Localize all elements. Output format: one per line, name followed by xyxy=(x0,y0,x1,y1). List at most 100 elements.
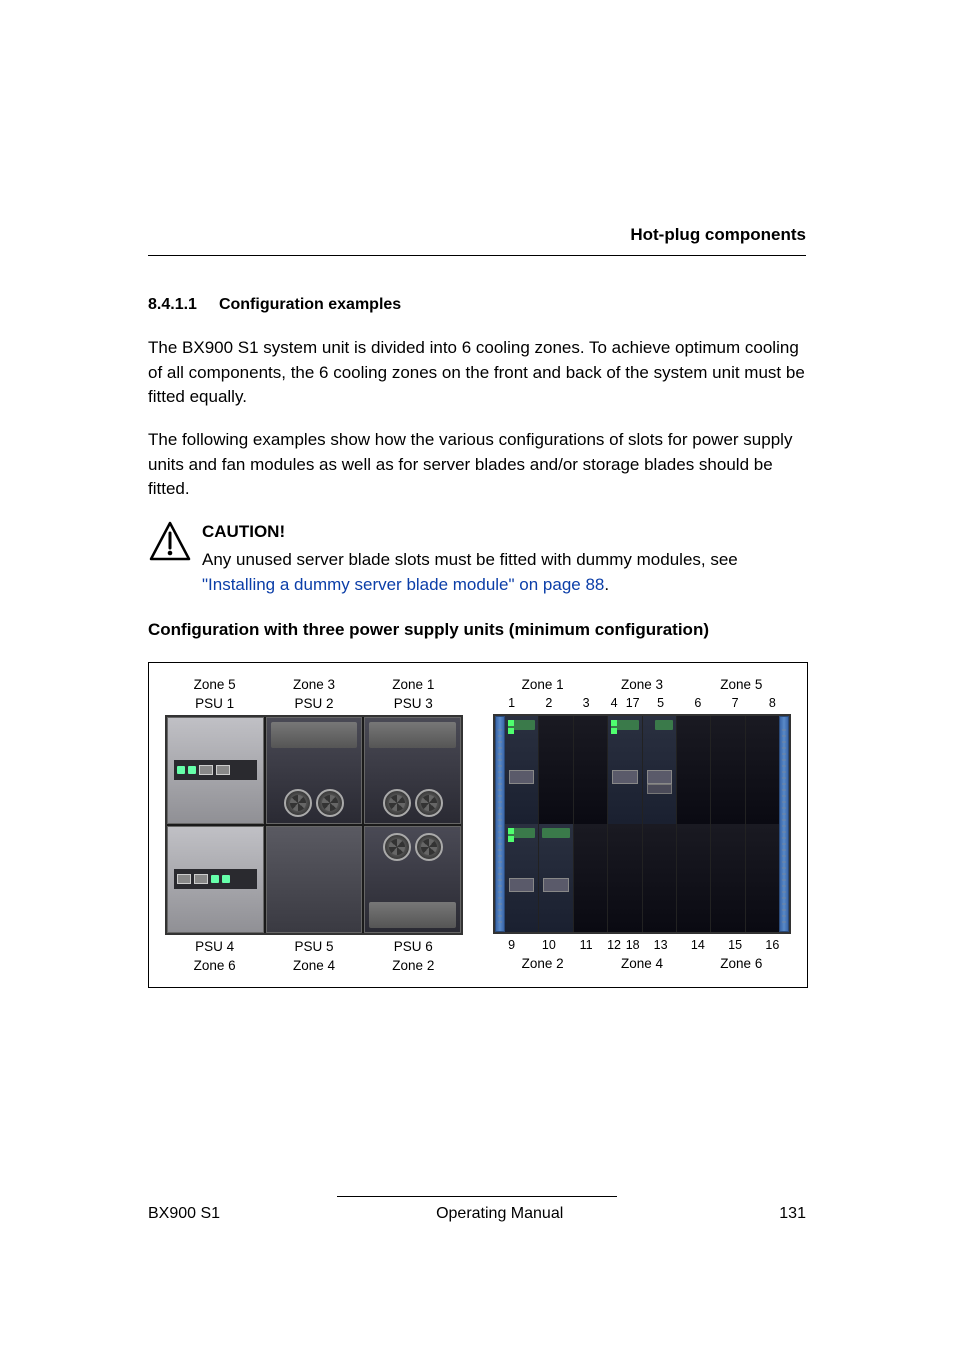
psu-slot-6 xyxy=(364,826,461,933)
left-handle xyxy=(495,716,505,932)
section-heading: 8.4.1.1 Configuration examples xyxy=(148,296,806,314)
zone-label: Zone 5 xyxy=(692,677,791,692)
fan-icon xyxy=(415,789,443,817)
slot-label: 2 xyxy=(530,696,567,710)
control-strip xyxy=(174,760,257,780)
blade-slot xyxy=(574,716,607,824)
zone-label: Zone 2 xyxy=(364,958,463,973)
caution-body: Any unused server blade slots must be fi… xyxy=(202,548,806,597)
psu-slot-5 xyxy=(266,826,363,933)
running-header: Hot-plug components xyxy=(148,225,806,245)
bay-area xyxy=(505,716,779,932)
blade-slot xyxy=(608,716,641,824)
page-footer: BX900 S1 Operating Manual 131 xyxy=(148,1196,806,1223)
slot-label: 7 xyxy=(717,696,754,710)
blade-slot xyxy=(746,824,779,932)
psu-label: PSU 2 xyxy=(264,696,363,711)
fan-icon xyxy=(284,789,312,817)
blade-slot xyxy=(539,824,572,932)
front-top-zones: Zone 1 Zone 3 Zone 5 xyxy=(493,677,791,692)
psu-label: PSU 1 xyxy=(165,696,264,711)
caution-block: CAUTION! Any unused server blade slots m… xyxy=(148,520,806,598)
section-number: 8.4.1.1 xyxy=(148,296,197,314)
bottom-bay-row xyxy=(505,824,779,932)
rear-top-psus: PSU 1 PSU 2 PSU 3 xyxy=(165,696,463,711)
slot-label: 16 xyxy=(754,938,791,952)
footer-page-number: 131 xyxy=(779,1205,806,1223)
zone-label: Zone 4 xyxy=(264,958,363,973)
footer-rule xyxy=(337,1196,617,1197)
psu-slot-3 xyxy=(364,717,461,824)
slot-label: 5 xyxy=(642,696,679,710)
slot-label: 17 xyxy=(623,696,642,710)
config-subheading: Configuration with three power supply un… xyxy=(148,620,806,640)
zone-label: Zone 1 xyxy=(364,677,463,692)
caution-label: CAUTION! xyxy=(202,520,806,545)
blade-slot xyxy=(711,716,744,824)
zone-label: Zone 3 xyxy=(592,677,691,692)
slot-label: 8 xyxy=(754,696,791,710)
paragraph-1: The BX900 S1 system unit is divided into… xyxy=(148,336,806,410)
slot-label: 11 xyxy=(568,938,605,952)
footer-left: BX900 S1 xyxy=(148,1205,220,1223)
zone-label: Zone 6 xyxy=(165,958,264,973)
fan-pair xyxy=(383,833,443,861)
blade-slot xyxy=(711,824,744,932)
paragraph-2: The following examples show how the vari… xyxy=(148,428,806,502)
header-rule xyxy=(148,255,806,256)
slot-label: 3 xyxy=(568,696,605,710)
fan-pair xyxy=(383,789,443,817)
caution-icon xyxy=(148,520,192,564)
blade-slot xyxy=(643,716,676,824)
footer-center: Operating Manual xyxy=(436,1205,563,1223)
section-title: Configuration examples xyxy=(219,296,401,313)
zone-label: Zone 4 xyxy=(592,956,691,971)
blade-slot xyxy=(608,824,641,932)
front-view: Zone 1 Zone 3 Zone 5 1 2 3 4 17 5 6 7 8 xyxy=(493,677,791,973)
caution-post: . xyxy=(604,575,609,594)
slot-label: 15 xyxy=(717,938,754,952)
slot-label: 6 xyxy=(679,696,716,710)
slot-label: 4 xyxy=(605,696,624,710)
rear-top-zones: Zone 5 Zone 3 Zone 1 xyxy=(165,677,463,692)
psu-label: PSU 3 xyxy=(364,696,463,711)
front-bottom-zones: Zone 2 Zone 4 Zone 6 xyxy=(493,956,791,971)
psu-slot-1 xyxy=(167,717,264,824)
front-chassis xyxy=(493,714,791,934)
zone-label: Zone 1 xyxy=(493,677,592,692)
front-top-slots: 1 2 3 4 17 5 6 7 8 xyxy=(493,696,791,710)
slot-label: 18 xyxy=(623,938,642,952)
slot-label: 1 xyxy=(493,696,530,710)
psu-label: PSU 4 xyxy=(165,939,264,954)
slot-label: 12 xyxy=(605,938,624,952)
front-bottom-slots: 9 10 11 12 18 13 14 15 16 xyxy=(493,938,791,952)
psu-label: PSU 5 xyxy=(264,939,363,954)
slot-label: 14 xyxy=(679,938,716,952)
caution-link[interactable]: "Installing a dummy server blade module"… xyxy=(202,575,604,594)
right-handle xyxy=(779,716,789,932)
caution-pre: Any unused server blade slots must be fi… xyxy=(202,550,738,569)
zone-label: Zone 5 xyxy=(165,677,264,692)
blade-slot xyxy=(505,824,538,932)
blade-slot xyxy=(746,716,779,824)
fan-icon xyxy=(383,833,411,861)
blade-slot xyxy=(677,824,710,932)
fan-icon xyxy=(415,833,443,861)
blade-slot xyxy=(505,716,538,824)
configuration-diagram: Zone 5 Zone 3 Zone 1 PSU 1 PSU 2 PSU 3 xyxy=(148,662,808,988)
blade-slot xyxy=(539,716,572,824)
rear-chassis xyxy=(165,715,463,935)
blade-slot xyxy=(574,824,607,932)
fan-icon xyxy=(383,789,411,817)
slot-label: 10 xyxy=(530,938,567,952)
psu-slot-4 xyxy=(167,826,264,933)
fan-icon xyxy=(316,789,344,817)
blade-slot xyxy=(643,824,676,932)
psu-slot-2 xyxy=(266,717,363,824)
fan-pair xyxy=(284,789,344,817)
slot-label: 9 xyxy=(493,938,530,952)
zone-label: Zone 3 xyxy=(264,677,363,692)
rear-view: Zone 5 Zone 3 Zone 1 PSU 1 PSU 2 PSU 3 xyxy=(165,677,463,973)
caution-text: CAUTION! Any unused server blade slots m… xyxy=(202,520,806,598)
slot-label: 13 xyxy=(642,938,679,952)
